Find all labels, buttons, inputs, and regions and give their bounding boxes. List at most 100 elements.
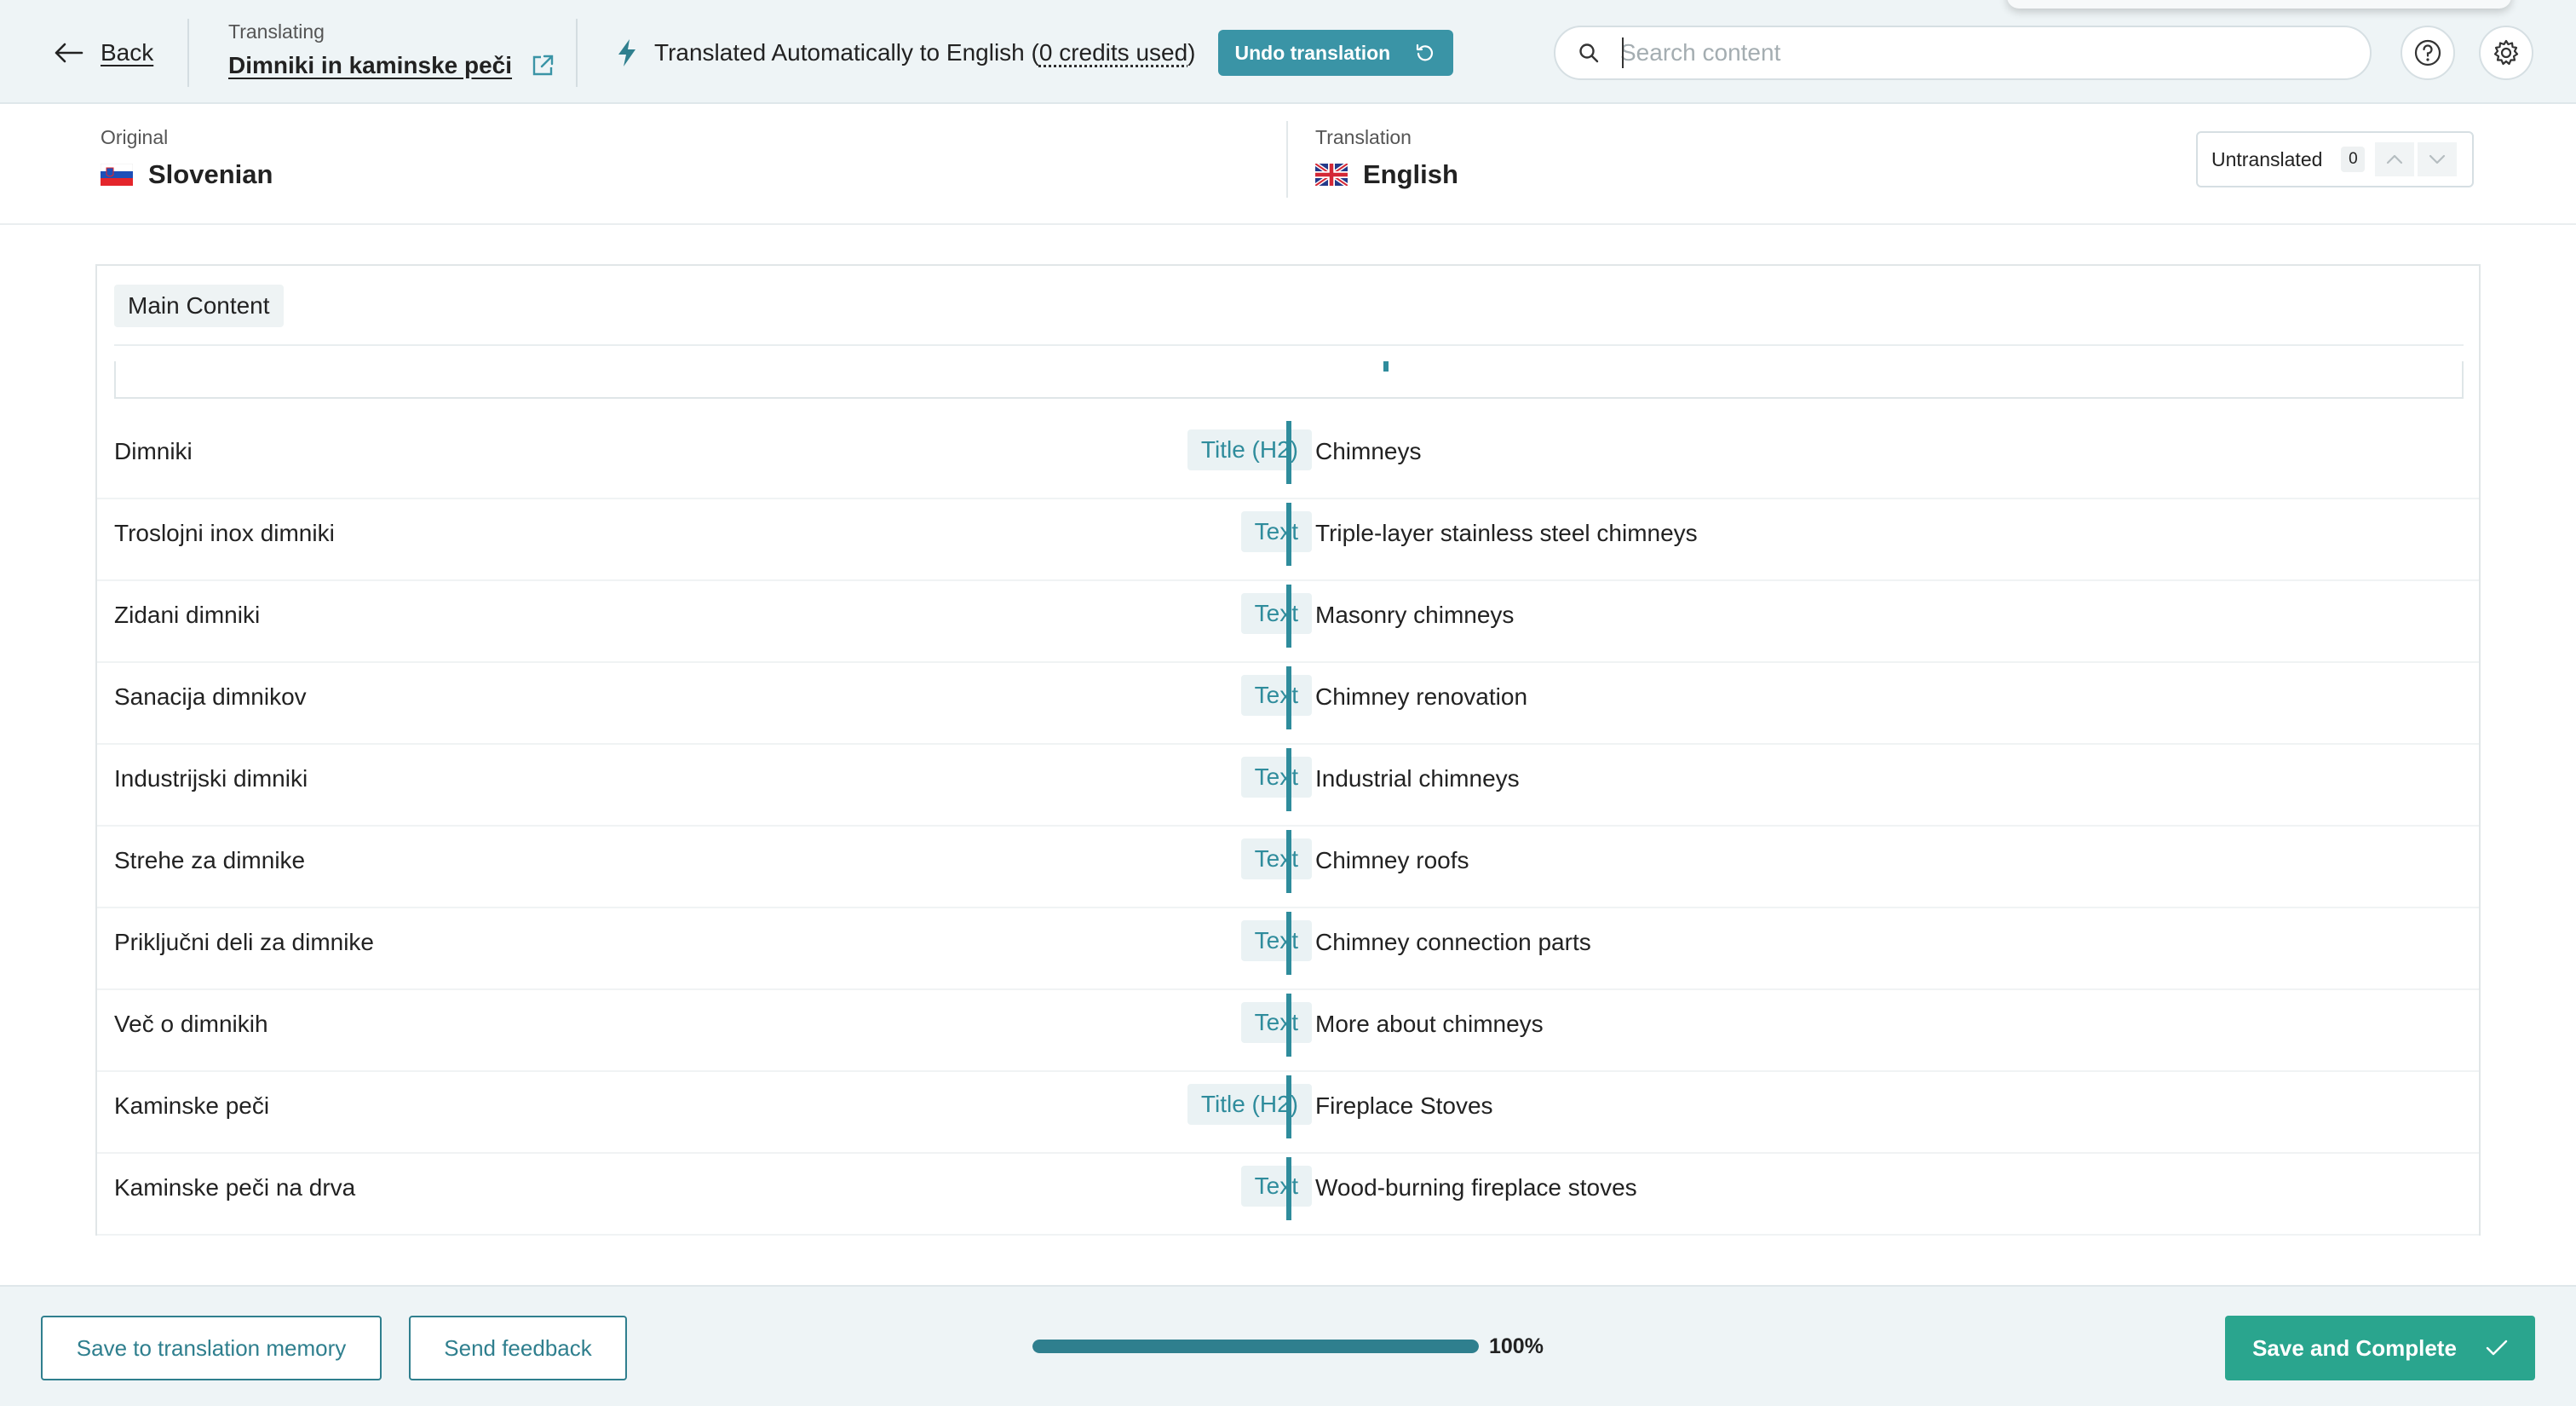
translated-indicator [1286, 830, 1291, 893]
language-divider [1286, 121, 1288, 198]
save-and-complete-button[interactable]: Save and Complete [2225, 1316, 2535, 1380]
segment-row[interactable]: Dimniki Title (H2) Chimneys [97, 418, 2479, 499]
back-label: Back [101, 39, 154, 66]
language-bar: Original Slovenian Translation English U… [0, 104, 2576, 225]
segment-row[interactable]: Zidani dimniki Text Masonry chimneys [97, 581, 2479, 663]
translation-text[interactable]: Masonry chimneys [1315, 602, 1514, 629]
translation-text[interactable]: More about chimneys [1315, 1011, 1544, 1038]
source-text: Kaminske peči [114, 1092, 270, 1119]
source-text: Troslojni inox dimniki [114, 520, 335, 546]
undo-label: Undo translation [1234, 41, 1391, 64]
translated-indicator [1286, 912, 1291, 975]
source-text: Zidani dimniki [114, 602, 261, 628]
translation-language-name: English [1363, 159, 1458, 189]
segment-type-tag: Text [1240, 1002, 1312, 1043]
translation-language: Translation English [1315, 126, 1458, 190]
segment-row[interactable]: Strehe za dimnike Text Chimney roofs [97, 827, 2479, 908]
translation-text[interactable]: Chimney roofs [1315, 847, 1469, 874]
segment-type-tag: Title (H2) [1187, 429, 1312, 470]
translated-indicator [1286, 503, 1291, 566]
auto-status-text: Translated Automatically to English (0 c… [654, 39, 1196, 66]
undo-translation-button[interactable]: Undo translation [1217, 30, 1454, 76]
uk-flag-icon [1315, 164, 1348, 186]
segment-row[interactable]: Več o dimnikih Text More about chimneys [97, 990, 2479, 1072]
translated-indicator [1286, 421, 1291, 484]
translating-label: Translating [228, 20, 325, 43]
segment-row[interactable]: Priključni deli za dimnike Text Chimney co… [97, 908, 2479, 990]
complete-label: Save and Complete [2252, 1334, 2457, 1361]
source-text: Priključni deli za dimnike [114, 929, 375, 955]
slovenia-flag-icon [101, 164, 133, 186]
section-divider [114, 344, 2464, 346]
settings-button[interactable] [2479, 26, 2533, 80]
segment-type-tag: Title (H2) [1187, 1084, 1312, 1125]
send-feedback-button[interactable]: Send feedback [409, 1316, 627, 1380]
popover-edge [2007, 0, 2511, 9]
translation-text[interactable]: Triple-layer stainless steel chimneys [1315, 520, 1698, 547]
translation-text[interactable]: Industrial chimneys [1315, 765, 1520, 792]
save-to-memory-button[interactable]: Save to translation memory [41, 1316, 382, 1380]
header-divider [187, 19, 189, 87]
segment-row[interactable]: Kaminske peči na drva Text Wood-burning fi… [97, 1154, 2479, 1236]
translated-indicator [1286, 994, 1291, 1057]
translation-text[interactable]: Chimneys [1315, 438, 1421, 465]
text-cursor [1622, 37, 1624, 68]
auto-translation-status: Translated Automatically to English (0 c… [615, 30, 1454, 76]
undo-icon [1417, 43, 1434, 61]
content-card: Main Content Dimniki Title (H2) Chimneys Tr… [95, 264, 2481, 1236]
translated-indicator [1286, 748, 1291, 811]
segment-type-tag: Text [1240, 1166, 1312, 1207]
source-text: Industrijski dimniki [114, 765, 308, 792]
row-marker [1383, 361, 1389, 372]
search-icon [1579, 43, 1599, 63]
segment-type-tag: Text [1240, 593, 1312, 634]
original-language-name: Slovenian [148, 159, 273, 189]
translated-indicator [1286, 1075, 1291, 1138]
translation-text[interactable]: Chimney connection parts [1315, 929, 1591, 956]
help-icon [2414, 39, 2441, 66]
translation-text[interactable]: Chimney renovation [1315, 683, 1527, 711]
segment-type-tag: Text [1240, 757, 1312, 798]
translation-caption: Translation [1315, 126, 1412, 148]
segment-row[interactable]: Industrijski dimniki Text Industrial chimn… [97, 745, 2479, 827]
search-input[interactable] [1620, 39, 2353, 66]
translating-block: Translating Dimniki in kaminske peči [228, 20, 555, 79]
progress-text: 100% [1489, 1334, 1544, 1358]
segment-row[interactable]: Kaminske peči Title (H2) Fireplace Stoves [97, 1072, 2479, 1154]
source-text: Strehe za dimnike [114, 847, 306, 873]
page-name-link[interactable]: Dimniki in kaminske peči [228, 52, 555, 79]
translated-indicator [1286, 1157, 1291, 1220]
checkmark-icon [2486, 1340, 2508, 1356]
top-header: Back Translating Dimniki in kaminske peč… [0, 0, 2576, 104]
lightning-icon [618, 39, 635, 66]
source-text: Kaminske peči na drva [114, 1174, 356, 1201]
segment-list: Dimniki Title (H2) Chimneys Troslojni inox … [97, 418, 2479, 1236]
external-link-icon[interactable] [531, 54, 555, 78]
source-text: Več o dimnikih [114, 1011, 268, 1037]
progress-fill [1032, 1340, 1479, 1353]
untranslated-filter[interactable]: Untranslated 0 [2196, 131, 2474, 187]
segment-row[interactable]: Troslojni inox dimniki Text Triple-layer s… [97, 499, 2479, 581]
header-divider [576, 19, 578, 87]
segment-type-tag: Text [1240, 920, 1312, 961]
search-box[interactable] [1554, 26, 2372, 80]
help-button[interactable] [2401, 26, 2455, 80]
translation-text[interactable]: Wood-burning fireplace stoves [1315, 1174, 1637, 1201]
collapsed-row [114, 361, 2464, 399]
credits-used[interactable]: 0 credits used [1039, 39, 1187, 66]
gear-icon [2493, 39, 2519, 66]
source-text: Sanacija dimnikov [114, 683, 307, 710]
original-language: Original Slovenian [101, 126, 273, 190]
previous-untranslated-button[interactable] [2375, 142, 2415, 176]
back-button[interactable]: Back [53, 36, 153, 70]
segment-type-tag: Text [1240, 675, 1312, 716]
translated-indicator [1286, 666, 1291, 729]
segment-type-tag: Text [1240, 838, 1312, 879]
translation-text[interactable]: Fireplace Stoves [1315, 1092, 1493, 1120]
next-untranslated-button[interactable] [2418, 142, 2458, 176]
chevron-up-icon [2387, 154, 2403, 164]
footer-bar: Save to translation memory Send feedback… [0, 1285, 2576, 1406]
segment-row[interactable]: Sanacija dimnikov Text Chimney renovation [97, 663, 2479, 745]
source-text: Dimniki [114, 438, 193, 464]
segment-type-tag: Text [1240, 511, 1312, 552]
